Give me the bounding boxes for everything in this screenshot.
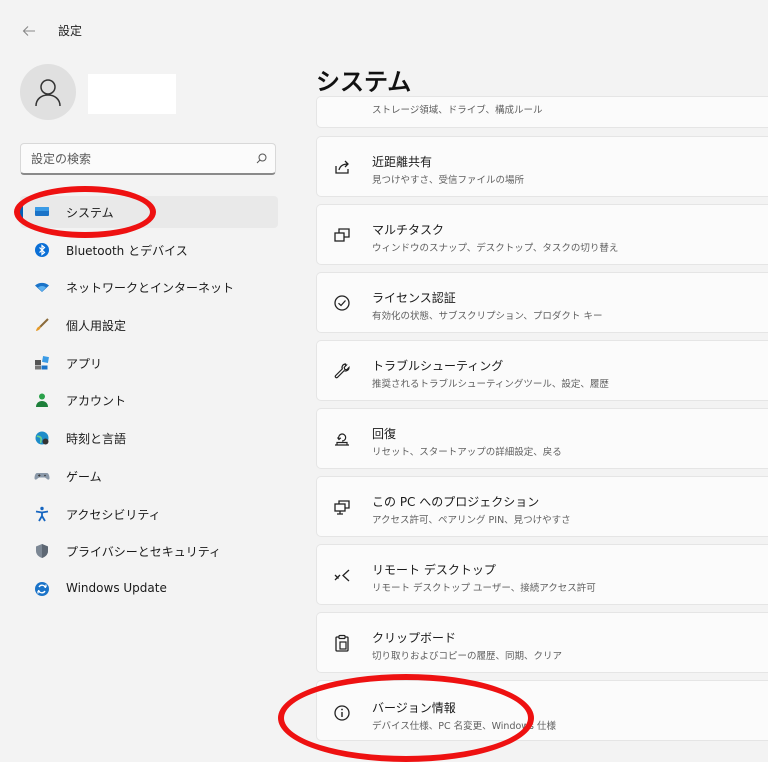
sidebar-item-accounts[interactable]: アカウント <box>20 384 278 416</box>
card-title: マルチタスク <box>372 223 445 237</box>
window-title: 設定 <box>58 24 83 38</box>
card-title: 回復 <box>372 427 397 441</box>
card-subtitle: アクセス許可、ペアリング PIN、見つけやすさ <box>372 515 571 526</box>
card-title: リモート デスクトップ <box>372 563 496 577</box>
card-subtitle: 有効化の状態、サブスクリプション、プロダクト キー <box>372 311 603 322</box>
settings-card-recovery[interactable]: 回復 リセット、スタートアップの詳細設定、戻る <box>316 408 768 469</box>
settings-card-multitasking[interactable]: マルチタスク ウィンドウのスナップ、デスクトップ、タスクの切り替え <box>316 204 768 265</box>
card-subtitle: リセット、スタートアップの詳細設定、戻る <box>372 447 562 458</box>
monitor-icon <box>35 207 49 216</box>
check-circle-icon <box>334 295 350 311</box>
info-icon <box>334 705 350 721</box>
share-icon <box>335 160 349 174</box>
sidebar-item-label: アクセシビリティ <box>66 507 161 522</box>
card-title: 近距離共有 <box>372 155 433 169</box>
sidebar-item-bluetooth[interactable]: Bluetooth とデバイス <box>20 234 278 266</box>
user-name-placeholder <box>88 74 176 114</box>
sidebar-item-personalization[interactable]: 個人用設定 <box>20 309 278 341</box>
arrow-left-icon <box>22 26 35 36</box>
sidebar-item-label: Bluetooth とデバイス <box>66 243 188 258</box>
settings-card-projection[interactable]: この PC へのプロジェクション アクセス許可、ペアリング PIN、見つけやすさ <box>316 476 768 537</box>
card-subtitle: ウィンドウのスナップ、デスクトップ、タスクの切り替え <box>372 243 619 254</box>
sidebar-nav: システム Bluetooth とデバイス ネットワークとインターネット 個人用設… <box>20 196 278 611</box>
multitask-icon <box>334 228 350 242</box>
bluetooth-icon <box>35 242 49 257</box>
apps-icon <box>35 355 49 370</box>
title-bar: 設定 <box>0 0 768 64</box>
wrench-icon <box>334 363 350 379</box>
sidebar-item-privacy-security[interactable]: プライバシーとセキュリティ <box>20 535 278 567</box>
update-icon <box>35 581 49 596</box>
search-icon[interactable] <box>253 151 269 167</box>
account-icon <box>36 393 48 408</box>
card-subtitle: ストレージ領域、ドライブ、構成ルール <box>372 105 543 116</box>
recovery-icon <box>335 433 349 446</box>
projection-icon <box>334 500 350 515</box>
sidebar-item-system[interactable]: システム <box>20 196 278 228</box>
card-title: バージョン情報 <box>372 701 456 715</box>
settings-card-troubleshoot[interactable]: トラブルシューティング 推奨されるトラブルシューティングツール、設定、履歴 <box>316 340 768 401</box>
sidebar-item-label: 時刻と言語 <box>66 432 127 447</box>
person-icon <box>35 79 61 107</box>
accessibility-icon <box>35 506 49 521</box>
settings-card-clipboard[interactable]: クリップボード 切り取りおよびコピーの履歴、同期、クリア <box>316 612 768 673</box>
sidebar-item-apps[interactable]: アプリ <box>20 347 278 379</box>
page-title: システム <box>316 68 412 96</box>
sidebar-item-label: プライバシーとセキュリティ <box>66 545 222 560</box>
settings-card-remote-desktop[interactable]: リモート デスクトップ リモート デスクトップ ユーザー、接続アクセス許可 <box>316 544 768 605</box>
search-box[interactable] <box>20 143 276 175</box>
card-subtitle: 見つけやすさ、受信ファイルの場所 <box>372 175 525 186</box>
globe-clock-icon <box>35 431 49 445</box>
sidebar-item-windows-update[interactable]: Windows Update <box>20 573 278 605</box>
settings-card-about[interactable]: バージョン情報 デバイス仕様、PC 名変更、Windows 仕様 <box>316 680 768 741</box>
sidebar-item-label: システム <box>66 206 114 220</box>
sidebar-item-time-language[interactable]: 時刻と言語 <box>20 422 278 454</box>
avatar[interactable] <box>20 64 76 120</box>
card-subtitle: デバイス仕様、PC 名変更、Windows 仕様 <box>372 721 557 732</box>
card-subtitle: 切り取りおよびコピーの履歴、同期、クリア <box>372 651 563 662</box>
sidebar-item-label: Windows Update <box>66 580 167 595</box>
shield-icon <box>36 544 48 559</box>
settings-card-storage-partial[interactable]: ストレージ領域、ドライブ、構成ルール <box>316 96 768 128</box>
back-button[interactable] <box>22 21 42 41</box>
sidebar-item-label: アプリ <box>66 356 103 371</box>
remote-desktop-icon <box>334 569 350 582</box>
brush-icon <box>36 318 49 332</box>
sidebar-item-label: ネットワークとインターネット <box>66 281 235 296</box>
settings-card-nearby-sharing[interactable]: 近距離共有 見つけやすさ、受信ファイルの場所 <box>316 136 768 197</box>
card-title: ライセンス認証 <box>372 291 456 305</box>
sidebar-item-label: アカウント <box>66 394 127 409</box>
card-title: クリップボード <box>372 631 457 645</box>
clipboard-icon <box>335 634 349 652</box>
wifi-icon <box>35 283 49 293</box>
card-title: この PC へのプロジェクション <box>372 495 540 509</box>
card-title: トラブルシューティング <box>372 359 504 373</box>
sidebar-item-gaming[interactable]: ゲーム <box>20 460 278 492</box>
settings-card-activation[interactable]: ライセンス認証 有効化の状態、サブスクリプション、プロダクト キー <box>316 272 768 333</box>
search-input[interactable] <box>31 150 231 168</box>
sidebar-item-accessibility[interactable]: アクセシビリティ <box>20 498 278 530</box>
card-subtitle: 推奨されるトラブルシューティングツール、設定、履歴 <box>372 379 609 390</box>
sidebar-item-label: ゲーム <box>66 469 102 484</box>
sidebar-item-label: 個人用設定 <box>66 319 127 334</box>
card-subtitle: リモート デスクトップ ユーザー、接続アクセス許可 <box>372 583 596 594</box>
gamepad-icon <box>34 472 50 480</box>
sidebar-item-network[interactable]: ネットワークとインターネット <box>20 271 278 303</box>
